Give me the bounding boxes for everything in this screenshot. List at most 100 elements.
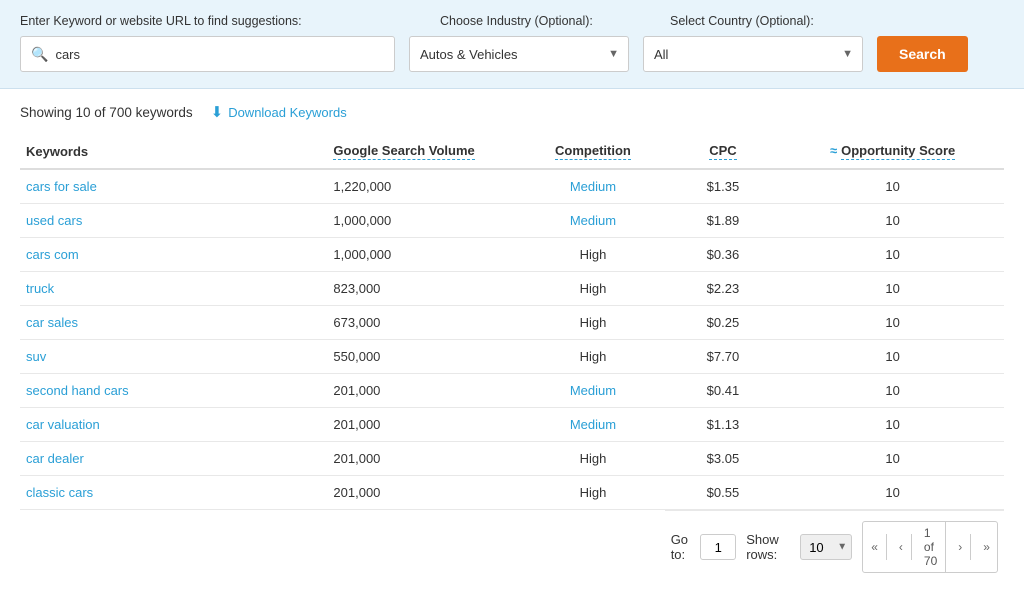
cpc-cell: $7.70 bbox=[665, 340, 782, 374]
download-keywords-link[interactable]: ⬇ Download Keywords bbox=[211, 103, 347, 121]
keyword-link[interactable]: used cars bbox=[26, 213, 82, 228]
opportunity-cell: 10 bbox=[781, 442, 1004, 476]
table-row: truck 823,000 High $2.23 10 bbox=[20, 272, 1004, 306]
col-header-cpc: CPC bbox=[665, 135, 782, 169]
keyword-link[interactable]: classic cars bbox=[26, 485, 93, 500]
keyword-link[interactable]: car sales bbox=[26, 315, 78, 330]
competition-cell: Medium bbox=[521, 204, 664, 238]
goto-label: Go to: bbox=[671, 532, 695, 562]
page-info: 1 of 70 bbox=[916, 522, 946, 572]
competition-cell: High bbox=[521, 306, 664, 340]
keywords-table: Keywords Google Search Volume Competitio… bbox=[20, 135, 1004, 577]
cpc-cell: $1.35 bbox=[665, 169, 782, 204]
summary-row: Showing 10 of 700 keywords ⬇ Download Ke… bbox=[20, 103, 1004, 121]
volume-cell: 1,000,000 bbox=[327, 238, 521, 272]
keyword-input-wrap: 🔍 bbox=[20, 36, 395, 72]
opportunity-cell: 10 bbox=[781, 408, 1004, 442]
volume-cell: 550,000 bbox=[327, 340, 521, 374]
keyword-link[interactable]: suv bbox=[26, 349, 46, 364]
cpc-cell: $0.25 bbox=[665, 306, 782, 340]
volume-cell: 201,000 bbox=[327, 476, 521, 510]
competition-cell: High bbox=[521, 272, 664, 306]
col-header-volume: Google Search Volume bbox=[327, 135, 521, 169]
keyword-cell: suv bbox=[20, 340, 327, 374]
keyword-cell: used cars bbox=[20, 204, 327, 238]
top-bar-inputs: 🔍 All Industries Autos & Vehicles Busine… bbox=[20, 36, 1004, 72]
opportunity-cell: 10 bbox=[781, 272, 1004, 306]
cpc-cell: $3.05 bbox=[665, 442, 782, 476]
first-page-button[interactable]: « bbox=[863, 534, 887, 560]
show-rows-label: Show rows: bbox=[746, 532, 794, 562]
competition-cell: High bbox=[521, 442, 664, 476]
prev-page-button[interactable]: ‹ bbox=[891, 534, 912, 560]
keyword-link[interactable]: car dealer bbox=[26, 451, 84, 466]
search-button[interactable]: Search bbox=[877, 36, 968, 72]
table-row: suv 550,000 High $7.70 10 bbox=[20, 340, 1004, 374]
top-bar-labels: Enter Keyword or website URL to find sug… bbox=[20, 14, 1004, 28]
competition-cell: High bbox=[521, 340, 664, 374]
volume-cell: 201,000 bbox=[327, 408, 521, 442]
keyword-link[interactable]: cars com bbox=[26, 247, 79, 262]
opportunity-cell: 10 bbox=[781, 169, 1004, 204]
volume-cell: 1,220,000 bbox=[327, 169, 521, 204]
cpc-cell: $0.41 bbox=[665, 374, 782, 408]
keyword-input[interactable] bbox=[55, 47, 384, 62]
keyword-cell: truck bbox=[20, 272, 327, 306]
competition-cell: Medium bbox=[521, 169, 664, 204]
table-row: cars com 1,000,000 High $0.36 10 bbox=[20, 238, 1004, 272]
cpc-cell: $1.89 bbox=[665, 204, 782, 238]
keyword-link[interactable]: car valuation bbox=[26, 417, 100, 432]
opportunity-icon: ≈ bbox=[830, 143, 837, 158]
next-page-button[interactable]: › bbox=[950, 534, 971, 560]
industry-label: Choose Industry (Optional): bbox=[440, 14, 670, 28]
opportunity-cell: 10 bbox=[781, 374, 1004, 408]
country-select[interactable]: All United States United Kingdom Canada … bbox=[643, 36, 863, 72]
table-row: classic cars 201,000 High $0.55 10 bbox=[20, 476, 1004, 510]
country-label: Select Country (Optional): bbox=[670, 14, 1004, 28]
competition-cell: Medium bbox=[521, 408, 664, 442]
keyword-cell: car sales bbox=[20, 306, 327, 340]
rows-select[interactable]: 10 25 50 100 bbox=[800, 534, 852, 560]
goto-input[interactable] bbox=[700, 534, 736, 560]
table-row: cars for sale 1,220,000 Medium $1.35 10 bbox=[20, 169, 1004, 204]
volume-cell: 1,000,000 bbox=[327, 204, 521, 238]
volume-cell: 823,000 bbox=[327, 272, 521, 306]
download-label: Download Keywords bbox=[228, 105, 347, 120]
volume-cell: 673,000 bbox=[327, 306, 521, 340]
keyword-cell: car valuation bbox=[20, 408, 327, 442]
pagination-footer-row: Go to: Show rows: 10 25 50 100 bbox=[20, 510, 1004, 578]
competition-cell: High bbox=[521, 476, 664, 510]
keyword-link[interactable]: truck bbox=[26, 281, 54, 296]
table-row: car dealer 201,000 High $3.05 10 bbox=[20, 442, 1004, 476]
opportunity-cell: 10 bbox=[781, 340, 1004, 374]
last-page-button[interactable]: » bbox=[975, 534, 998, 560]
table-row: used cars 1,000,000 Medium $1.89 10 bbox=[20, 204, 1004, 238]
keyword-label: Enter Keyword or website URL to find sug… bbox=[20, 14, 440, 28]
country-select-wrap: All United States United Kingdom Canada … bbox=[643, 36, 863, 72]
col-header-competition: Competition bbox=[521, 135, 664, 169]
industry-select[interactable]: All Industries Autos & Vehicles Business… bbox=[409, 36, 629, 72]
competition-cell: High bbox=[521, 238, 664, 272]
cpc-cell: $0.55 bbox=[665, 476, 782, 510]
showing-text: Showing 10 of 700 keywords bbox=[20, 105, 193, 120]
page-nav: « ‹ 1 of 70 › » bbox=[862, 521, 998, 573]
opportunity-cell: 10 bbox=[781, 238, 1004, 272]
col-header-keywords: Keywords bbox=[20, 135, 327, 169]
opportunity-cell: 10 bbox=[781, 204, 1004, 238]
cpc-cell: $0.36 bbox=[665, 238, 782, 272]
volume-cell: 201,000 bbox=[327, 442, 521, 476]
pagination-row: Go to: Show rows: 10 25 50 100 bbox=[665, 510, 1004, 577]
table-row: car sales 673,000 High $0.25 10 bbox=[20, 306, 1004, 340]
opportunity-cell: 10 bbox=[781, 306, 1004, 340]
keyword-link[interactable]: cars for sale bbox=[26, 179, 97, 194]
keyword-cell: cars com bbox=[20, 238, 327, 272]
keyword-cell: classic cars bbox=[20, 476, 327, 510]
search-icon: 🔍 bbox=[31, 46, 48, 63]
keyword-link[interactable]: second hand cars bbox=[26, 383, 129, 398]
keyword-cell: second hand cars bbox=[20, 374, 327, 408]
table-header-row: Keywords Google Search Volume Competitio… bbox=[20, 135, 1004, 169]
table-row: second hand cars 201,000 Medium $0.41 10 bbox=[20, 374, 1004, 408]
cpc-cell: $2.23 bbox=[665, 272, 782, 306]
table-row: car valuation 201,000 Medium $1.13 10 bbox=[20, 408, 1004, 442]
download-icon: ⬇ bbox=[211, 103, 224, 121]
